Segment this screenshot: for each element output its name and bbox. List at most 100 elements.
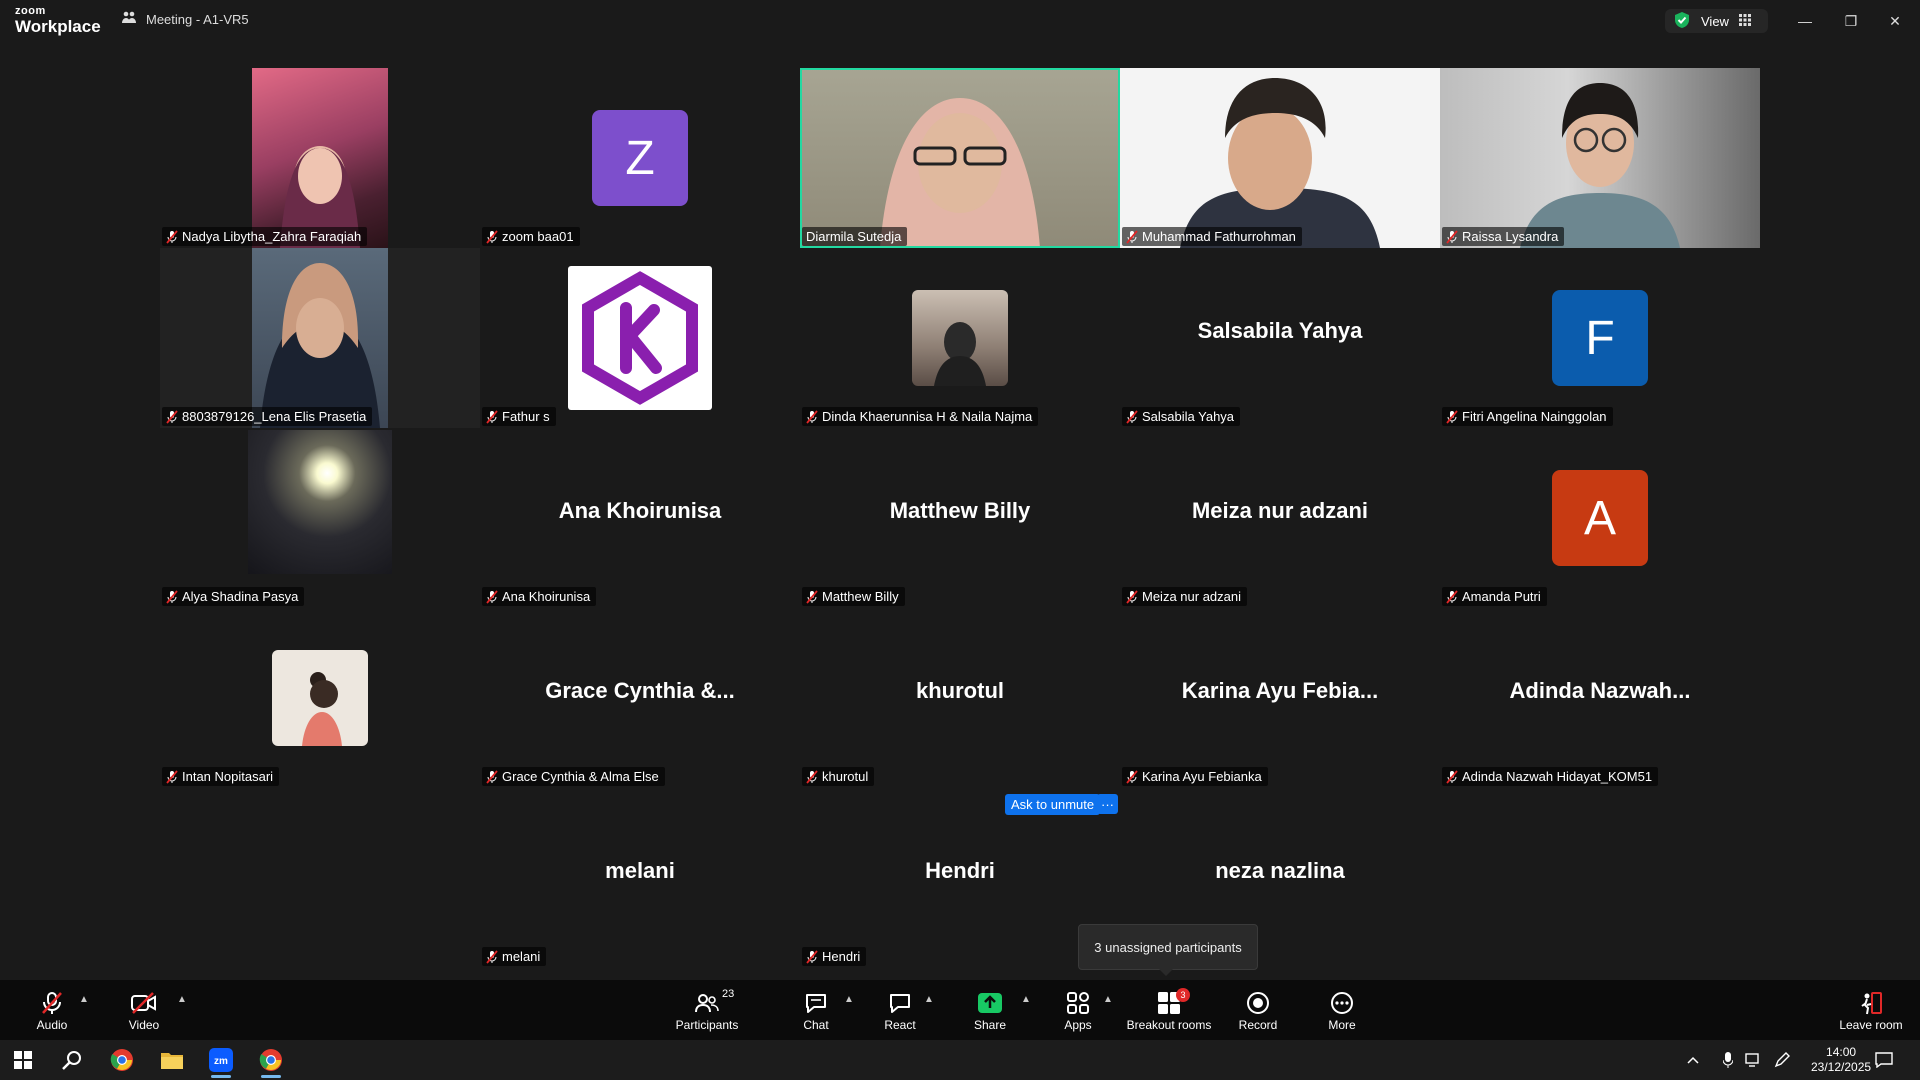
muted-mic-icon xyxy=(1446,769,1458,784)
participant-nameplate: Meiza nur adzani xyxy=(1122,587,1247,606)
meeting-title[interactable]: Meeting - A1-VR5 xyxy=(122,11,249,28)
audio-options-chevron-icon[interactable]: ▲ xyxy=(79,994,89,1005)
windows-start-icon[interactable] xyxy=(1,1040,45,1080)
participant-avatar: Z xyxy=(592,110,688,206)
participant-tile[interactable]: Ana Khoirunisa Ana Khoirunisa xyxy=(480,428,800,608)
participant-tile[interactable]: Hendri Hendri xyxy=(800,788,1120,968)
file-explorer-icon[interactable] xyxy=(150,1040,194,1080)
participant-avatar: A xyxy=(1552,470,1648,566)
participant-tile[interactable]: F Fitri Angelina Nainggolan xyxy=(1440,248,1760,428)
zoom-app-icon[interactable]: zm xyxy=(199,1040,243,1080)
apps-icon xyxy=(1058,990,1098,1016)
os-taskbar: zm 14:00 23/12/2025 xyxy=(0,1040,1920,1080)
participant-tile[interactable]: Raissa Lysandra xyxy=(1440,68,1760,248)
record-button[interactable]: Record xyxy=(1238,990,1278,1032)
participant-nameplate: Intan Nopitasari xyxy=(162,767,280,786)
chat-options-chevron-icon[interactable]: ▲ xyxy=(844,994,854,1005)
participant-tile[interactable]: Matthew Billy Matthew Billy xyxy=(800,428,1120,608)
breakout-rooms-button[interactable]: 3 Breakout rooms xyxy=(1126,988,1212,1032)
tray-pen-icon[interactable] xyxy=(1768,1040,1796,1080)
participant-nameplate: Matthew Billy xyxy=(802,587,905,606)
react-options-chevron-icon[interactable]: ▲ xyxy=(924,994,934,1005)
participant-tile[interactable]: Meiza nur adzani Meiza nur adzani xyxy=(1120,428,1440,608)
tray-network-icon[interactable] xyxy=(1740,1040,1768,1080)
participant-tile[interactable]: Z zoom baa01 xyxy=(480,68,800,248)
video-off-icon xyxy=(124,990,164,1016)
participant-tile[interactable]: Intan Nopitasari xyxy=(160,608,480,788)
chrome-window-icon[interactable] xyxy=(249,1040,293,1080)
muted-mic-icon xyxy=(806,769,818,784)
participant-tile[interactable]: Adinda Nazwah... Adinda Nazwah Hidayat_K… xyxy=(1440,608,1760,788)
participant-nameplate: Amanda Putri xyxy=(1442,587,1547,606)
breakout-rooms-icon: 3 xyxy=(1126,988,1212,1016)
grid-icon xyxy=(1738,13,1751,29)
close-button[interactable]: ✕ xyxy=(1880,8,1910,34)
more-icon xyxy=(1322,990,1362,1016)
participants-icon: 23 xyxy=(670,988,744,1016)
participant-tile[interactable]: Salsabila Yahya Salsabila Yahya xyxy=(1120,248,1440,428)
muted-mic-icon xyxy=(1126,409,1138,424)
participant-tile[interactable]: A Amanda Putri xyxy=(1440,428,1760,608)
participant-nameplate: Raissa Lysandra xyxy=(1442,227,1565,246)
participant-more-button[interactable]: ··· xyxy=(1097,794,1118,814)
apps-button[interactable]: Apps xyxy=(1058,990,1098,1032)
participant-tile[interactable]: Grace Cynthia &... Grace Cynthia & Alma … xyxy=(480,608,800,788)
react-button[interactable]: React xyxy=(880,990,920,1032)
participant-nameplate: Ana Khoirunisa xyxy=(482,587,597,606)
audio-button[interactable]: Audio xyxy=(32,990,72,1032)
participant-tile[interactable]: khurotul khurotul xyxy=(800,608,1120,788)
leave-door-icon xyxy=(1836,990,1906,1016)
muted-mic-icon xyxy=(806,409,818,424)
participant-display-name: neza nazlina xyxy=(1215,858,1345,883)
participant-nameplate: Diarmila Sutedja xyxy=(802,227,908,246)
search-icon[interactable] xyxy=(50,1040,94,1080)
participants-button[interactable]: 23 Participants xyxy=(670,988,744,1032)
participant-nameplate: Dinda Khaerunnisa H & Naila Najma xyxy=(802,407,1039,426)
muted-mic-icon xyxy=(1126,769,1138,784)
participant-nameplate: melani xyxy=(482,947,547,966)
video-options-chevron-icon[interactable]: ▲ xyxy=(177,994,187,1005)
zoom-logo: zoom Workplace xyxy=(15,5,101,36)
chrome-icon[interactable] xyxy=(100,1040,144,1080)
participant-tile[interactable]: 8803879126_Lena Elis Prasetia xyxy=(160,248,480,428)
tray-chevron-up-icon[interactable] xyxy=(1680,1040,1706,1080)
muted-mic-icon xyxy=(32,990,72,1016)
participant-video xyxy=(252,68,388,248)
minimize-button[interactable]: — xyxy=(1790,8,1820,34)
participant-tile[interactable]: Dinda Khaerunnisa H & Naila Najma xyxy=(800,248,1120,428)
apps-options-chevron-icon[interactable]: ▲ xyxy=(1103,994,1113,1005)
participant-nameplate: Fathur s xyxy=(482,407,556,426)
participant-tile[interactable]: Diarmila Sutedja xyxy=(800,68,1120,248)
more-button[interactable]: More xyxy=(1322,990,1362,1032)
share-options-chevron-icon[interactable]: ▲ xyxy=(1021,994,1031,1005)
muted-mic-icon xyxy=(806,589,818,604)
participant-display-name: Grace Cynthia &... xyxy=(545,678,735,703)
ask-to-unmute-button[interactable]: Ask to unmute xyxy=(1005,794,1101,815)
participant-tile[interactable]: melani melani xyxy=(480,788,800,968)
participant-tile[interactable]: Fathur s xyxy=(480,248,800,428)
participant-tile[interactable]: Karina Ayu Febia... Karina Ayu Febianka xyxy=(1120,608,1440,788)
participant-video xyxy=(800,68,1120,248)
participant-logo-image xyxy=(568,266,712,410)
video-button[interactable]: Video xyxy=(124,990,164,1032)
tray-microphone-icon[interactable] xyxy=(1716,1040,1740,1080)
restore-button[interactable]: ❐ xyxy=(1836,8,1866,34)
notifications-icon[interactable] xyxy=(1866,1040,1902,1080)
muted-mic-icon xyxy=(1126,229,1138,244)
participant-tile[interactable]: Nadya Libytha_Zahra Faraqiah xyxy=(160,68,480,248)
system-clock[interactable]: 14:00 23/12/2025 xyxy=(1811,1045,1871,1075)
chat-icon xyxy=(796,990,836,1016)
participant-nameplate: Adinda Nazwah Hidayat_KOM51 xyxy=(1442,767,1659,786)
view-button[interactable]: View xyxy=(1665,9,1768,33)
share-button[interactable]: Share xyxy=(970,990,1010,1032)
participant-display-name: Karina Ayu Febia... xyxy=(1181,678,1379,703)
participant-tile[interactable]: Muhammad Fathurrohman xyxy=(1120,68,1440,248)
chat-button[interactable]: Chat xyxy=(796,990,836,1032)
participant-nameplate: zoom baa01 xyxy=(482,227,580,246)
muted-mic-icon xyxy=(1446,409,1458,424)
participant-tile[interactable]: Alya Shadina Pasya xyxy=(160,428,480,608)
leave-room-button[interactable]: Leave room xyxy=(1836,990,1906,1032)
muted-mic-icon xyxy=(486,229,498,244)
meeting-toolbar: Audio ▲ Video ▲ 23 Participants Chat ▲ R… xyxy=(0,980,1920,1040)
muted-mic-icon xyxy=(1446,589,1458,604)
